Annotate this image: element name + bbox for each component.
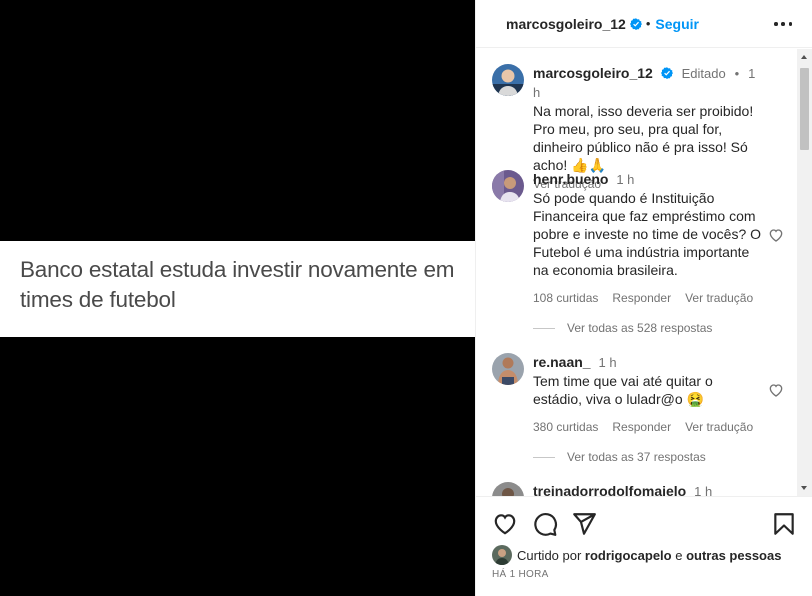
heart-icon[interactable]: [492, 511, 518, 537]
verified-badge-icon: [660, 67, 673, 79]
comment-time[interactable]: 1 h: [616, 172, 634, 187]
caption-text: Na moral, isso deveria ser proibido! Pro…: [533, 103, 754, 173]
view-replies-label: Ver todas as 528 respostas: [567, 321, 713, 335]
comments-scrollbar[interactable]: [797, 49, 812, 496]
scroll-down-arrow-icon[interactable]: [801, 486, 807, 490]
scroll-up-arrow-icon[interactable]: [801, 55, 807, 59]
liked-by: Curtido por rodrigocapelo e outras pesso…: [492, 545, 781, 565]
caption-separator: •: [734, 66, 740, 81]
liked-by-others[interactable]: outras pessoas: [686, 548, 781, 563]
heart-icon[interactable]: [768, 227, 784, 243]
view-replies-button[interactable]: Ver todas as 37 respostas: [533, 450, 706, 464]
post-header: marcosgoleiro_12 • Seguir: [476, 0, 812, 48]
avatar[interactable]: [492, 64, 524, 96]
see-translation-link[interactable]: Ver tradução: [685, 418, 753, 436]
comment-time[interactable]: 1 h: [694, 484, 712, 496]
edited-label: Editado: [681, 66, 726, 81]
view-replies-button[interactable]: Ver todas as 528 respostas: [533, 321, 712, 335]
verified-badge-icon: [629, 17, 642, 30]
media-banner: Banco estatal estuda investir novamente …: [0, 241, 475, 337]
comment-body: re.naan_ 1 h Tem time que vai até quitar…: [533, 353, 765, 436]
comment-username[interactable]: treinadorrodolfomaielo: [533, 483, 686, 496]
heart-icon[interactable]: [768, 382, 784, 398]
comment-username[interactable]: re.naan_: [533, 354, 591, 370]
comment-body: treinadorrodolfomaielo 1 h: [533, 482, 793, 496]
reply-button[interactable]: Responder: [612, 418, 671, 436]
follow-button[interactable]: Seguir: [655, 16, 699, 32]
likes-count[interactable]: 108 curtidas: [533, 289, 598, 307]
likes-count[interactable]: 380 curtidas: [533, 418, 598, 436]
comment-time[interactable]: 1 h: [598, 355, 616, 370]
post-side-panel: marcosgoleiro_12 • Seguir marcosgoleiro_…: [475, 0, 812, 596]
liked-by-user[interactable]: rodrigocapelo: [585, 548, 672, 563]
avatar[interactable]: [492, 545, 512, 565]
action-bar: [492, 511, 797, 537]
post-footer: Curtido por rodrigocapelo e outras pesso…: [476, 496, 812, 596]
avatar[interactable]: [492, 170, 524, 202]
comment-text: Só pode quando é Instituição Financeira …: [533, 190, 762, 278]
liked-by-conjunction: e: [671, 547, 687, 563]
reply-button[interactable]: Responder: [612, 289, 671, 307]
media-headline: Banco estatal estuda investir novamente …: [20, 257, 455, 312]
caption-username[interactable]: marcosgoleiro_12: [533, 65, 653, 81]
post-timestamp[interactable]: HÁ 1 HORA: [492, 569, 549, 580]
avatar[interactable]: [492, 482, 524, 496]
comments-list[interactable]: marcosgoleiro_12 Editado • 1 h Na moral,…: [476, 49, 798, 496]
liked-by-prefix: Curtido por: [517, 547, 585, 563]
view-replies-label: Ver todas as 37 respostas: [567, 450, 706, 464]
comment-username[interactable]: henr.bueno: [533, 171, 608, 187]
more-horizontal-icon: [774, 22, 778, 26]
header-separator: •: [645, 16, 651, 31]
avatar[interactable]: [492, 353, 524, 385]
see-translation-link[interactable]: Ver tradução: [685, 289, 753, 307]
scroll-thumb[interactable]: [800, 68, 809, 150]
more-options-button[interactable]: [774, 17, 792, 31]
bookmark-icon[interactable]: [771, 511, 797, 537]
header-username[interactable]: marcosgoleiro_12: [506, 16, 626, 32]
comment-bubble-icon[interactable]: [532, 511, 558, 537]
comment-text: Tem time que vai até quitar o estádio, v…: [533, 373, 713, 407]
comment-body: henr.bueno 1 h Só pode quando é Institui…: [533, 170, 765, 307]
paper-plane-icon[interactable]: [571, 511, 597, 537]
post-media[interactable]: Banco estatal estuda investir novamente …: [0, 0, 475, 596]
